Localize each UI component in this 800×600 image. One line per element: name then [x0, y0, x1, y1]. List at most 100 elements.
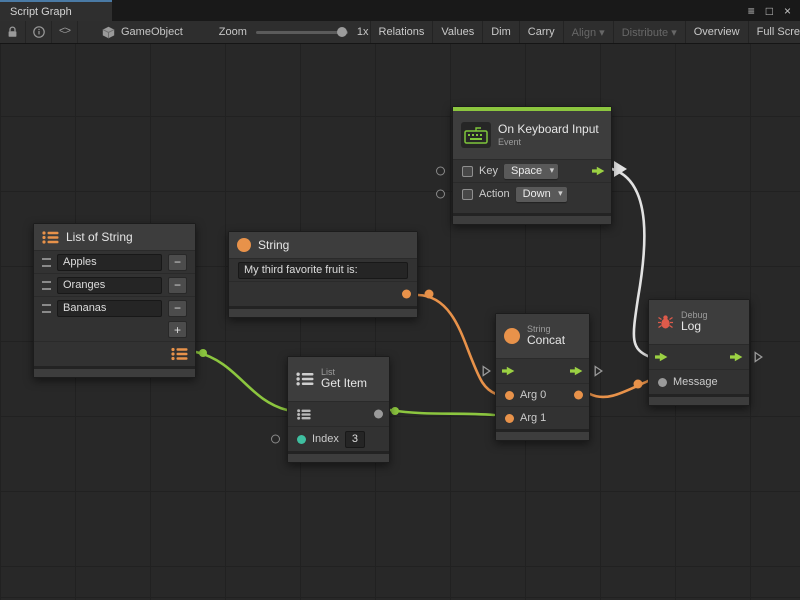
- maximize-icon[interactable]: □: [766, 5, 773, 17]
- message-input-port[interactable]: [658, 378, 667, 387]
- key-value: Space: [511, 165, 542, 177]
- key-label: Key: [479, 165, 498, 177]
- string-output-port[interactable]: [402, 290, 411, 299]
- node-header: On Keyboard Input Event: [453, 111, 611, 159]
- node-concat[interactable]: String Concat Arg 0 Arg 1: [495, 313, 590, 441]
- wire-list-to-getitem: [196, 352, 287, 410]
- wire-endpoint-dot: [425, 290, 434, 299]
- remove-item-button[interactable]: −: [168, 254, 187, 271]
- node-on-keyboard-input[interactable]: On Keyboard Input Event Key Space Action…: [452, 106, 612, 225]
- code-icon[interactable]: <>: [52, 21, 78, 43]
- node-debug-log[interactable]: Debug Log Message: [648, 299, 750, 406]
- node-header: Debug Log: [649, 300, 749, 344]
- trigger-output-port[interactable]: [592, 166, 605, 176]
- drag-handle-icon[interactable]: [42, 281, 51, 290]
- flow-output-marker[interactable]: [594, 365, 603, 377]
- arg0-label: Arg 0: [520, 389, 546, 401]
- flow-input-marker[interactable]: [482, 365, 491, 377]
- keycap-icon: [462, 166, 473, 177]
- gameobject-ref[interactable]: GameObject: [92, 21, 193, 43]
- wire-endpoint-dot: [199, 349, 207, 357]
- index-outer-port[interactable]: [271, 435, 280, 444]
- info-icon[interactable]: [26, 21, 52, 43]
- flow-row: [496, 358, 589, 383]
- arg1-row: Arg 1: [496, 406, 589, 429]
- flow-connected-marker: [614, 161, 627, 177]
- action-label: Action: [479, 188, 510, 200]
- flow-output-marker[interactable]: [754, 351, 763, 363]
- menu-icon[interactable]: ≡: [748, 5, 755, 17]
- relations-button[interactable]: Relations: [370, 21, 433, 43]
- node-header: List of String: [34, 224, 195, 250]
- align-button: Align ▾: [563, 21, 613, 43]
- flow-output-port[interactable]: [730, 352, 743, 362]
- arg0-input-port[interactable]: [505, 391, 514, 400]
- fullscreen-button[interactable]: Full Scre: [748, 21, 800, 43]
- drag-handle-icon[interactable]: [42, 258, 51, 267]
- unity-cube-icon: [102, 26, 115, 39]
- values-button[interactable]: Values: [432, 21, 482, 43]
- result-output-port[interactable]: [574, 391, 583, 400]
- list-output-row: [34, 341, 195, 366]
- gameobject-label: GameObject: [121, 26, 183, 38]
- action-dropdown[interactable]: Down: [516, 187, 567, 202]
- key-input-port[interactable]: [436, 167, 445, 176]
- list-item-field[interactable]: Bananas: [57, 300, 162, 317]
- key-dropdown[interactable]: Space: [504, 164, 558, 179]
- node-header: String: [229, 232, 417, 258]
- lock-icon[interactable]: [0, 21, 26, 43]
- index-field[interactable]: 3: [345, 431, 365, 448]
- index-input-port[interactable]: [297, 435, 306, 444]
- wire-string-to-concat: [418, 295, 496, 394]
- string-type-icon: [504, 328, 520, 344]
- zoom-slider-handle[interactable]: [337, 27, 347, 37]
- string-output-row: [229, 281, 417, 306]
- action-value: Down: [523, 188, 551, 200]
- flow-input-port[interactable]: [655, 352, 668, 362]
- remove-item-button[interactable]: −: [168, 300, 187, 317]
- flow-row: [649, 344, 749, 369]
- node-string-literal[interactable]: String My third favorite fruit is:: [228, 231, 418, 318]
- list-input-port[interactable]: [297, 409, 311, 420]
- close-icon[interactable]: ×: [784, 5, 791, 17]
- add-item-row: +: [34, 319, 195, 341]
- node-footer: [34, 366, 195, 377]
- list-item-row: Bananas −: [34, 296, 195, 319]
- zoom-slider[interactable]: [256, 31, 348, 34]
- carry-button[interactable]: Carry: [519, 21, 563, 43]
- list-output-port[interactable]: [171, 348, 188, 361]
- index-label: Index: [312, 433, 339, 445]
- index-row: Index 3: [288, 426, 389, 451]
- wire-getitem-to-concat: [390, 410, 494, 415]
- node-get-item[interactable]: List Get Item Index 3: [287, 356, 390, 463]
- node-footer: [649, 394, 749, 405]
- keyboard-icon: [461, 122, 491, 148]
- tab-script-graph[interactable]: Script Graph: [0, 0, 112, 21]
- node-list-of-string[interactable]: List of String Apples − Oranges − Banana…: [33, 223, 196, 378]
- node-footer: [453, 213, 611, 224]
- window-controls: ≡ □ ×: [748, 0, 800, 21]
- list-item-field[interactable]: Oranges: [57, 277, 162, 294]
- zoom-label: Zoom: [219, 26, 247, 38]
- node-title: String: [258, 238, 289, 252]
- overview-button[interactable]: Overview: [685, 21, 748, 43]
- flow-input-port[interactable]: [502, 366, 515, 376]
- wire-flow-keyboard-to-log: [612, 169, 650, 357]
- code-glyph: <>: [59, 26, 70, 38]
- arg0-row: Arg 0: [496, 383, 589, 406]
- wire-endpoint-dot: [634, 380, 643, 389]
- item-output-port[interactable]: [374, 410, 383, 419]
- dim-button[interactable]: Dim: [482, 21, 519, 43]
- list-item-field[interactable]: Apples: [57, 254, 162, 271]
- wire-endpoint-dot: [391, 407, 399, 415]
- list-item-row: Apples −: [34, 250, 195, 273]
- action-input-port[interactable]: [436, 190, 445, 199]
- add-item-button[interactable]: +: [168, 321, 187, 338]
- remove-item-button[interactable]: −: [168, 277, 187, 294]
- drag-handle-icon[interactable]: [42, 304, 51, 313]
- flow-output-port[interactable]: [570, 366, 583, 376]
- graph-canvas[interactable]: On Keyboard Input Event Key Space Action…: [0, 44, 800, 600]
- string-value-field[interactable]: My third favorite fruit is:: [238, 262, 408, 279]
- arg1-input-port[interactable]: [505, 414, 514, 423]
- zoom-control: Zoom 1x: [219, 21, 369, 43]
